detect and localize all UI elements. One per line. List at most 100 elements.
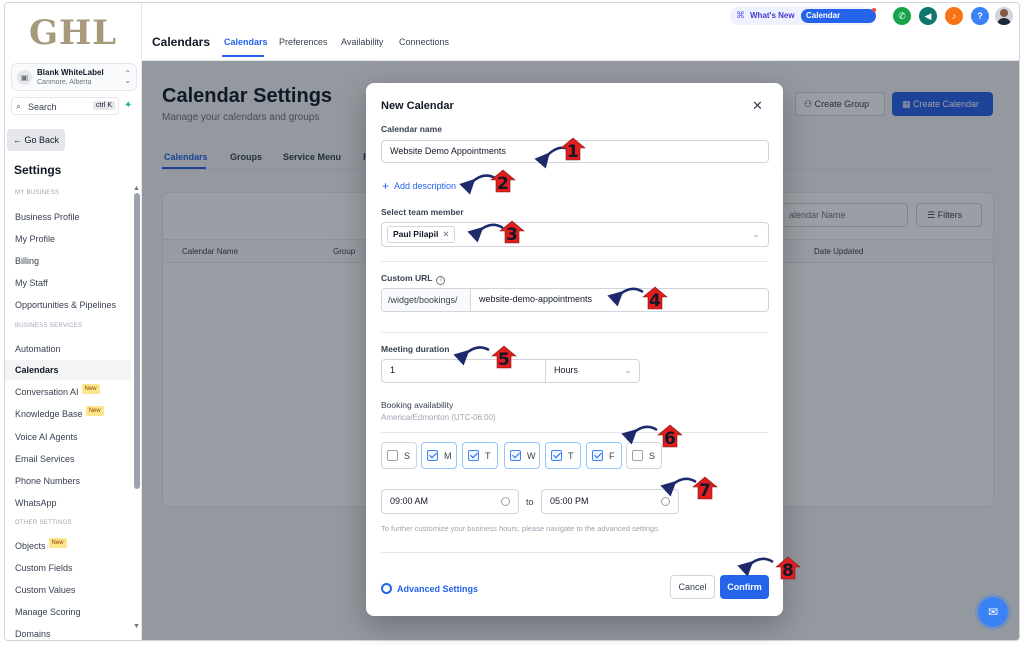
sidebar-item-label: Knowledge Base bbox=[15, 409, 83, 419]
sidebar-item-manage-scoring[interactable]: Manage Scoring bbox=[5, 602, 131, 622]
search-label: Search bbox=[28, 102, 57, 112]
close-icon[interactable]: ✕ bbox=[752, 98, 763, 114]
scroll-up-icon[interactable]: ▲ bbox=[133, 185, 140, 192]
chevron-down-icon[interactable]: ⌄ bbox=[752, 229, 760, 240]
sidebar-item-phone-numbers[interactable]: Phone Numbers bbox=[5, 471, 131, 491]
booking-availability-label: Booking availability bbox=[381, 400, 454, 410]
cancel-button[interactable]: Cancel bbox=[670, 575, 715, 599]
sidebar-item-my-staff[interactable]: My Staff bbox=[5, 273, 131, 293]
remove-chip-icon[interactable]: ✕ bbox=[442, 229, 449, 239]
sidebar-item-my-profile[interactable]: My Profile bbox=[5, 229, 131, 249]
sidebar-item-knowledge-base[interactable]: Knowledge Base New bbox=[5, 404, 131, 424]
account-location: Canmore, Alberta bbox=[37, 79, 92, 86]
sidebar-item-business-profile[interactable]: Business Profile bbox=[5, 207, 131, 227]
sidebar-item-custom-fields[interactable]: Custom Fields bbox=[5, 558, 131, 578]
custom-url-label: Custom URL i bbox=[381, 273, 446, 285]
scroll-down-icon[interactable]: ▼ bbox=[133, 623, 140, 630]
annotation-7: 7 bbox=[699, 481, 711, 501]
day-label: W bbox=[527, 451, 536, 461]
day-toggle-friday[interactable]: F bbox=[586, 442, 622, 469]
module-title: Calendars bbox=[152, 35, 211, 49]
day-toggle-monday[interactable]: M bbox=[421, 442, 457, 469]
annotation-5: 5 bbox=[498, 350, 510, 370]
checkbox[interactable] bbox=[387, 450, 398, 461]
checkbox[interactable] bbox=[632, 450, 643, 461]
tab-preferences[interactable]: Preferences bbox=[279, 37, 328, 47]
sidebar-item-voice-ai[interactable]: Voice AI Agents bbox=[5, 427, 131, 447]
advanced-settings-link[interactable]: Advanced Settings bbox=[381, 583, 478, 594]
checkbox[interactable] bbox=[427, 450, 438, 461]
new-badge: New bbox=[85, 406, 104, 416]
add-description-link[interactable]: + Add description bbox=[382, 179, 456, 193]
day-label: S bbox=[649, 451, 656, 461]
sparkle-icon[interactable]: ✦ bbox=[124, 100, 132, 111]
chevron-down-icon: ⌄ bbox=[624, 365, 632, 375]
sidebar-item-domains[interactable]: Domains bbox=[5, 624, 131, 640]
info-icon[interactable]: i bbox=[436, 276, 446, 285]
sidebar-search[interactable]: ⌕ Search ctrl K bbox=[11, 97, 119, 115]
sidebar-item-calendars[interactable]: Calendars bbox=[5, 360, 131, 380]
divider bbox=[381, 332, 768, 333]
day-label: S bbox=[404, 451, 411, 461]
url-prefix: /widget/bookings/ bbox=[381, 288, 471, 312]
new-badge: New bbox=[48, 538, 67, 548]
tab-calendars[interactable]: Calendars bbox=[224, 37, 268, 47]
sidebar-item-custom-values[interactable]: Custom Values bbox=[5, 580, 131, 600]
annotation-6: 6 bbox=[664, 429, 676, 449]
sidebar-item-objects[interactable]: Objects New bbox=[5, 536, 131, 556]
notification-dot bbox=[872, 8, 876, 12]
checkbox[interactable] bbox=[468, 450, 479, 461]
checkbox[interactable] bbox=[551, 450, 562, 461]
brand-logo: GHL bbox=[29, 13, 118, 53]
annotation-3: 3 bbox=[506, 225, 518, 245]
meeting-duration-label: Meeting duration bbox=[381, 344, 450, 354]
sidebar-item-opportunities[interactable]: Opportunities & Pipelines bbox=[5, 295, 131, 315]
sidebar-item-email-services[interactable]: Email Services bbox=[5, 449, 131, 469]
checkbox[interactable] bbox=[592, 450, 603, 461]
sidebar-item-conversation-ai[interactable]: Conversation AI New bbox=[5, 382, 131, 402]
day-toggle-wednesday[interactable]: W bbox=[504, 442, 540, 469]
end-time-input[interactable]: 05:00 PM bbox=[541, 489, 679, 514]
megaphone-icon[interactable]: ◀ bbox=[919, 7, 937, 25]
sidebar-item-automation[interactable]: Automation bbox=[5, 339, 131, 359]
divider bbox=[381, 552, 768, 553]
day-toggle-saturday[interactable]: S bbox=[626, 442, 662, 469]
sidebar-item-billing[interactable]: Billing bbox=[5, 251, 131, 271]
search-shortcut: ctrl K bbox=[93, 101, 115, 110]
day-toggle-thursday[interactable]: T bbox=[545, 442, 581, 469]
go-back-button[interactable]: ← Go Back bbox=[7, 129, 65, 151]
day-toggle-tuesday[interactable]: T bbox=[462, 442, 498, 469]
day-toggle-sunday[interactable]: S bbox=[381, 442, 417, 469]
divider bbox=[381, 432, 768, 433]
tab-availability[interactable]: Availability bbox=[341, 37, 383, 47]
calendar-updates-pill[interactable]: Calendar Updates bbox=[801, 9, 876, 34]
confirm-button[interactable]: Confirm bbox=[720, 575, 769, 599]
section-my-business: MY BUSINESS bbox=[15, 190, 60, 196]
divider bbox=[381, 261, 768, 262]
clock-icon bbox=[661, 497, 670, 506]
help-icon[interactable]: ? bbox=[971, 7, 989, 25]
chevron-updown-icon: ⌃ ⌄ bbox=[124, 69, 131, 85]
tab-connections[interactable]: Connections bbox=[399, 37, 449, 47]
url-slug-input[interactable]: website-demo-appointments bbox=[470, 288, 769, 312]
calendar-name-label: Calendar name bbox=[381, 124, 442, 134]
checkbox[interactable] bbox=[510, 450, 521, 461]
team-member-label: Select team member bbox=[381, 207, 464, 217]
chat-support-icon[interactable]: ✉ bbox=[978, 597, 1008, 627]
bell-icon[interactable]: ♪ bbox=[945, 7, 963, 25]
building-icon: ▣ bbox=[17, 70, 32, 85]
annotation-8: 8 bbox=[782, 561, 794, 581]
advanced-settings-label: Advanced Settings bbox=[397, 584, 479, 594]
chip-label: Paul Pilapil bbox=[393, 229, 439, 239]
avatar[interactable] bbox=[995, 7, 1013, 25]
sidebar-scrollbar[interactable] bbox=[134, 193, 140, 489]
phone-icon[interactable]: ✆ bbox=[893, 7, 911, 25]
active-tab-indicator bbox=[222, 55, 264, 57]
day-label: T bbox=[485, 451, 491, 461]
whats-new-button[interactable]: ⌘ What's New Calendar Updates bbox=[730, 7, 876, 34]
start-time-input[interactable]: 09:00 AM bbox=[381, 489, 519, 514]
account-switcher[interactable]: ▣ Blank WhiteLabel Canmore, Alberta ⌃ ⌄ bbox=[11, 63, 137, 91]
sidebar-item-whatsapp[interactable]: WhatsApp bbox=[5, 493, 131, 513]
duration-value-input[interactable]: 1 bbox=[381, 359, 546, 383]
clock-icon bbox=[501, 497, 510, 506]
